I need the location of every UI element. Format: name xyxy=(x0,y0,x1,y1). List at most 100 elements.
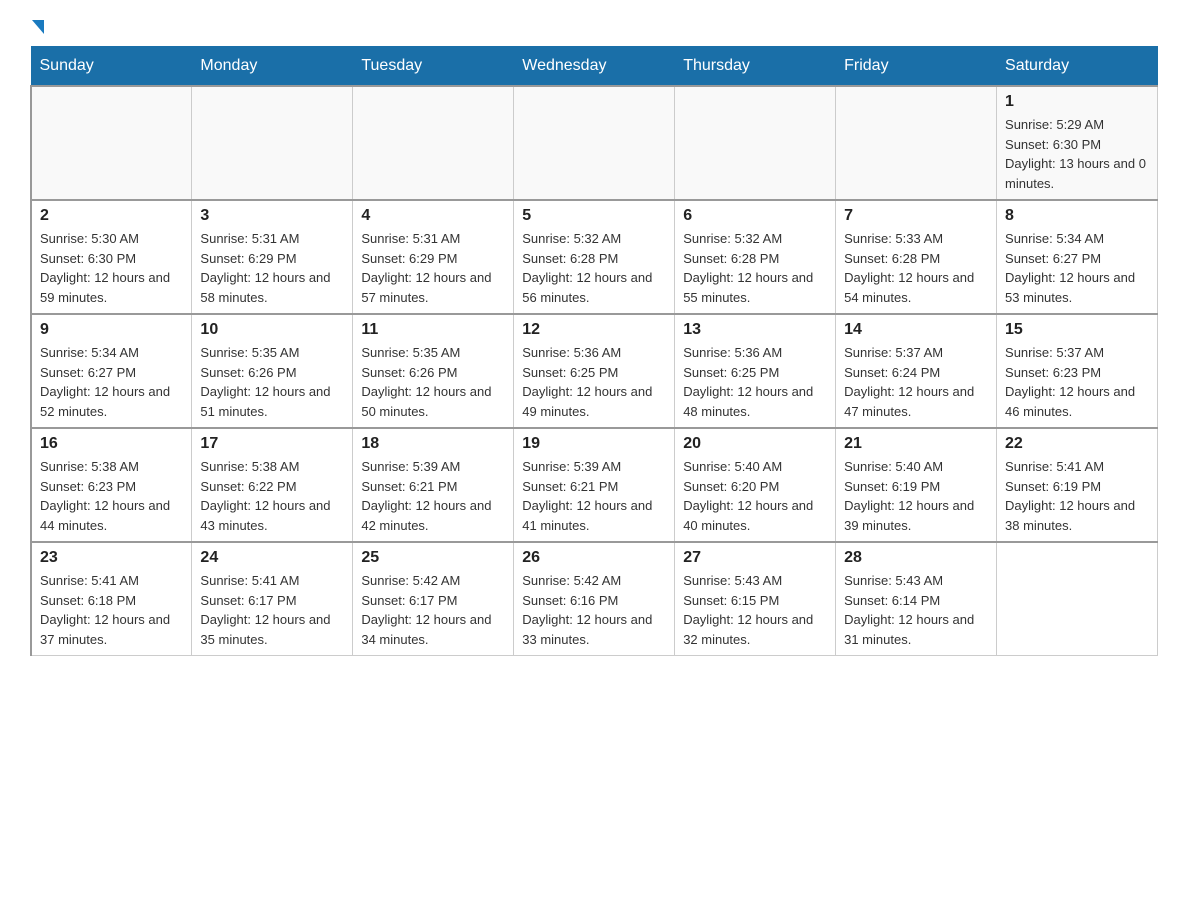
calendar-cell xyxy=(836,86,997,200)
day-number: 20 xyxy=(683,435,827,453)
day-header-saturday: Saturday xyxy=(997,47,1158,87)
calendar-cell: 25 Sunrise: 5:42 AM Sunset: 6:17 PM Dayli… xyxy=(353,542,514,656)
calendar-table: SundayMondayTuesdayWednesdayThursdayFrid… xyxy=(30,46,1158,656)
day-header-wednesday: Wednesday xyxy=(514,47,675,87)
day-number: 10 xyxy=(200,321,344,339)
calendar-cell: 13Sunrise: 5:36 AM Sunset: 6:25 PM Dayli… xyxy=(675,314,836,428)
day-number: 26 xyxy=(522,549,666,567)
day-number: 5 xyxy=(522,207,666,225)
calendar-week-row: 1 Sunrise: 5:29 AM Sunset: 6:30 PM Daylig… xyxy=(31,86,1158,200)
day-info: Sunrise: 5:30 AM Sunset: 6:30 PM Dayligh… xyxy=(40,229,183,307)
calendar-cell: 18 Sunrise: 5:39 AM Sunset: 6:21 PM Dayli… xyxy=(353,428,514,542)
calendar-cell: 1 Sunrise: 5:29 AM Sunset: 6:30 PM Daylig… xyxy=(997,86,1158,200)
day-number: 21 xyxy=(844,435,988,453)
day-info: Sunrise: 5:41 AM Sunset: 6:18 PM Dayligh… xyxy=(40,571,183,649)
day-info: Sunrise: 5:41 AM Sunset: 6:19 PM Dayligh… xyxy=(1005,457,1149,535)
day-number: 9 xyxy=(40,321,183,339)
day-number: 12 xyxy=(522,321,666,339)
day-number: 17 xyxy=(200,435,344,453)
day-number: 15 xyxy=(1005,321,1149,339)
day-number: 11 xyxy=(361,321,505,339)
day-number: 2 xyxy=(40,207,183,225)
day-number: 28 xyxy=(844,549,988,567)
day-info: Sunrise: 5:41 AM Sunset: 6:17 PM Dayligh… xyxy=(200,571,344,649)
calendar-week-row: 9 Sunrise: 5:34 AM Sunset: 6:27 PM Daylig… xyxy=(31,314,1158,428)
page-header xyxy=(30,20,1158,36)
calendar-cell: 6 Sunrise: 5:32 AM Sunset: 6:28 PM Daylig… xyxy=(675,200,836,314)
calendar-cell: 17 Sunrise: 5:38 AM Sunset: 6:22 PM Dayli… xyxy=(192,428,353,542)
calendar-cell: 24 Sunrise: 5:41 AM Sunset: 6:17 PM Dayli… xyxy=(192,542,353,656)
day-number: 27 xyxy=(683,549,827,567)
calendar-cell xyxy=(514,86,675,200)
day-number: 7 xyxy=(844,207,988,225)
day-number: 19 xyxy=(522,435,666,453)
day-info: Sunrise: 5:37 AM Sunset: 6:24 PM Dayligh… xyxy=(844,343,988,421)
day-number: 1 xyxy=(1005,93,1149,111)
day-info: Sunrise: 5:32 AM Sunset: 6:28 PM Dayligh… xyxy=(683,229,827,307)
calendar-cell xyxy=(997,542,1158,656)
calendar-cell: 8 Sunrise: 5:34 AM Sunset: 6:27 PM Daylig… xyxy=(997,200,1158,314)
calendar-cell: 28 Sunrise: 5:43 AM Sunset: 6:14 PM Dayli… xyxy=(836,542,997,656)
day-info: Sunrise: 5:40 AM Sunset: 6:20 PM Dayligh… xyxy=(683,457,827,535)
calendar-cell xyxy=(353,86,514,200)
calendar-cell: 3 Sunrise: 5:31 AM Sunset: 6:29 PM Daylig… xyxy=(192,200,353,314)
day-header-friday: Friday xyxy=(836,47,997,87)
day-number: 14 xyxy=(844,321,988,339)
day-info: Sunrise: 5:43 AM Sunset: 6:14 PM Dayligh… xyxy=(844,571,988,649)
day-info: Sunrise: 5:39 AM Sunset: 6:21 PM Dayligh… xyxy=(522,457,666,535)
calendar-cell: 21 Sunrise: 5:40 AM Sunset: 6:19 PM Dayli… xyxy=(836,428,997,542)
calendar-week-row: 23Sunrise: 5:41 AM Sunset: 6:18 PM Dayli… xyxy=(31,542,1158,656)
day-number: 3 xyxy=(200,207,344,225)
day-info: Sunrise: 5:42 AM Sunset: 6:16 PM Dayligh… xyxy=(522,571,666,649)
day-number: 25 xyxy=(361,549,505,567)
day-number: 16 xyxy=(40,435,183,453)
day-number: 13 xyxy=(683,321,827,339)
calendar-cell: 26 Sunrise: 5:42 AM Sunset: 6:16 PM Dayli… xyxy=(514,542,675,656)
day-number: 4 xyxy=(361,207,505,225)
day-header-monday: Monday xyxy=(192,47,353,87)
day-info: Sunrise: 5:31 AM Sunset: 6:29 PM Dayligh… xyxy=(361,229,505,307)
calendar-cell: 12 Sunrise: 5:36 AM Sunset: 6:25 PM Dayli… xyxy=(514,314,675,428)
calendar-cell: 23Sunrise: 5:41 AM Sunset: 6:18 PM Dayli… xyxy=(31,542,192,656)
day-info: Sunrise: 5:31 AM Sunset: 6:29 PM Dayligh… xyxy=(200,229,344,307)
day-info: Sunrise: 5:29 AM Sunset: 6:30 PM Dayligh… xyxy=(1005,115,1149,193)
calendar-cell: 19 Sunrise: 5:39 AM Sunset: 6:21 PM Dayli… xyxy=(514,428,675,542)
day-info: Sunrise: 5:38 AM Sunset: 6:23 PM Dayligh… xyxy=(40,457,183,535)
day-info: Sunrise: 5:37 AM Sunset: 6:23 PM Dayligh… xyxy=(1005,343,1149,421)
calendar-cell: 9 Sunrise: 5:34 AM Sunset: 6:27 PM Daylig… xyxy=(31,314,192,428)
day-info: Sunrise: 5:34 AM Sunset: 6:27 PM Dayligh… xyxy=(40,343,183,421)
day-header-thursday: Thursday xyxy=(675,47,836,87)
calendar-cell: 15 Sunrise: 5:37 AM Sunset: 6:23 PM Dayli… xyxy=(997,314,1158,428)
day-info: Sunrise: 5:42 AM Sunset: 6:17 PM Dayligh… xyxy=(361,571,505,649)
day-info: Sunrise: 5:35 AM Sunset: 6:26 PM Dayligh… xyxy=(200,343,344,421)
calendar-cell: 14 Sunrise: 5:37 AM Sunset: 6:24 PM Dayli… xyxy=(836,314,997,428)
calendar-week-row: 2 Sunrise: 5:30 AM Sunset: 6:30 PM Daylig… xyxy=(31,200,1158,314)
calendar-cell xyxy=(675,86,836,200)
day-info: Sunrise: 5:38 AM Sunset: 6:22 PM Dayligh… xyxy=(200,457,344,535)
day-info: Sunrise: 5:43 AM Sunset: 6:15 PM Dayligh… xyxy=(683,571,827,649)
day-number: 8 xyxy=(1005,207,1149,225)
calendar-week-row: 16 Sunrise: 5:38 AM Sunset: 6:23 PM Dayli… xyxy=(31,428,1158,542)
day-number: 22 xyxy=(1005,435,1149,453)
day-info: Sunrise: 5:32 AM Sunset: 6:28 PM Dayligh… xyxy=(522,229,666,307)
day-info: Sunrise: 5:35 AM Sunset: 6:26 PM Dayligh… xyxy=(361,343,505,421)
day-number: 18 xyxy=(361,435,505,453)
calendar-header-row: SundayMondayTuesdayWednesdayThursdayFrid… xyxy=(31,47,1158,87)
day-info: Sunrise: 5:34 AM Sunset: 6:27 PM Dayligh… xyxy=(1005,229,1149,307)
day-number: 24 xyxy=(200,549,344,567)
calendar-cell xyxy=(31,86,192,200)
day-info: Sunrise: 5:36 AM Sunset: 6:25 PM Dayligh… xyxy=(522,343,666,421)
day-number: 6 xyxy=(683,207,827,225)
calendar-cell: 10 Sunrise: 5:35 AM Sunset: 6:26 PM Dayli… xyxy=(192,314,353,428)
calendar-cell: 5 Sunrise: 5:32 AM Sunset: 6:28 PM Daylig… xyxy=(514,200,675,314)
day-info: Sunrise: 5:39 AM Sunset: 6:21 PM Dayligh… xyxy=(361,457,505,535)
logo xyxy=(30,20,44,36)
calendar-cell: 4 Sunrise: 5:31 AM Sunset: 6:29 PM Daylig… xyxy=(353,200,514,314)
day-info: Sunrise: 5:40 AM Sunset: 6:19 PM Dayligh… xyxy=(844,457,988,535)
calendar-cell: 7 Sunrise: 5:33 AM Sunset: 6:28 PM Daylig… xyxy=(836,200,997,314)
day-info: Sunrise: 5:33 AM Sunset: 6:28 PM Dayligh… xyxy=(844,229,988,307)
logo-arrow-icon xyxy=(32,20,44,34)
calendar-cell: 27 Sunrise: 5:43 AM Sunset: 6:15 PM Dayli… xyxy=(675,542,836,656)
calendar-cell xyxy=(192,86,353,200)
day-header-tuesday: Tuesday xyxy=(353,47,514,87)
